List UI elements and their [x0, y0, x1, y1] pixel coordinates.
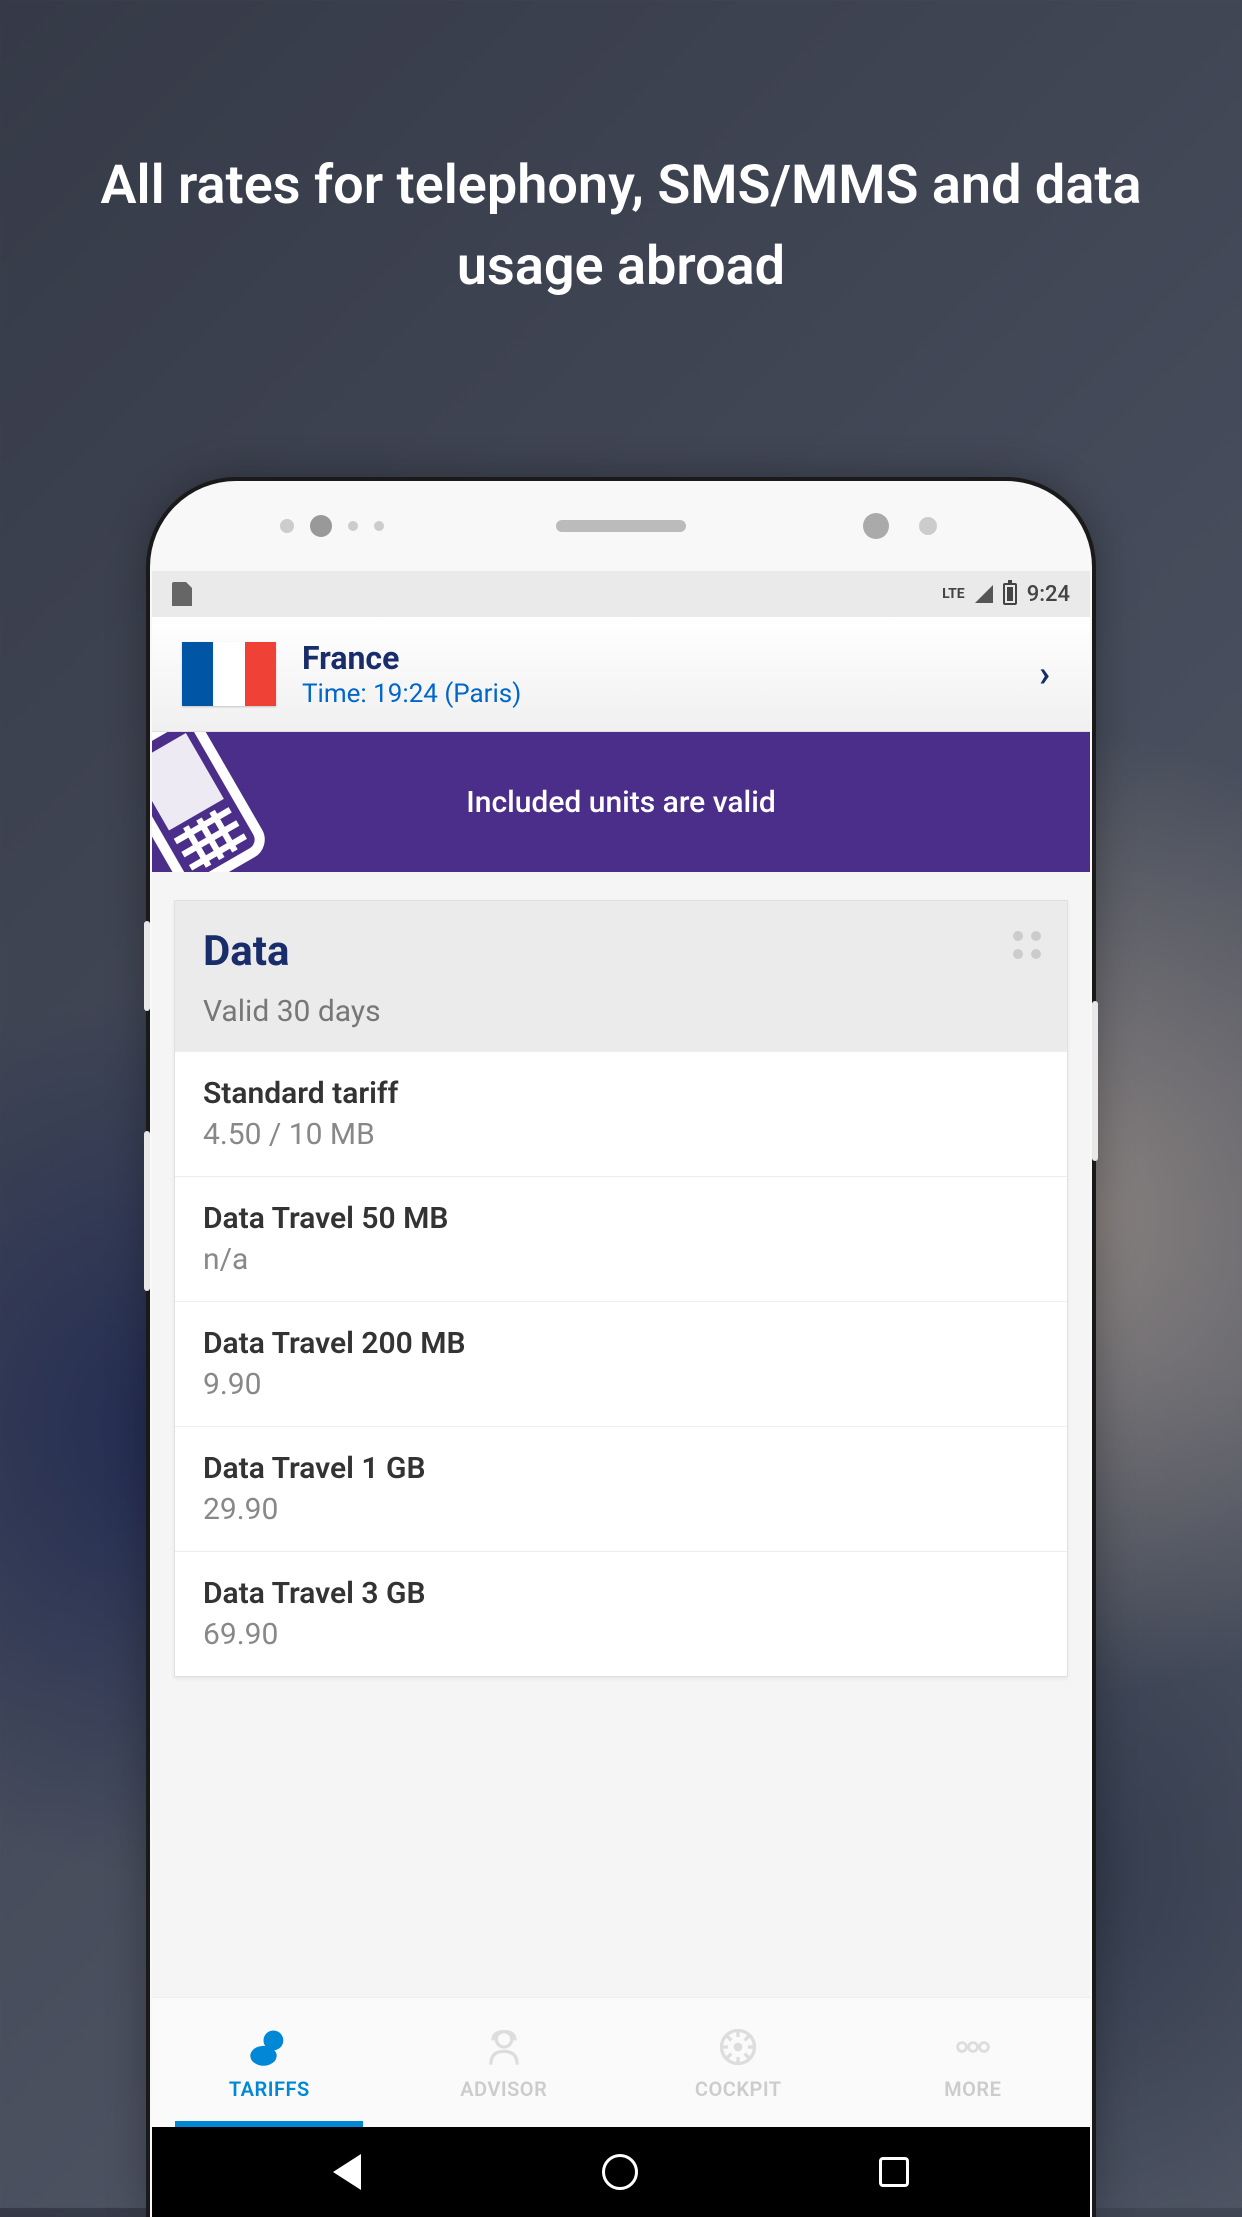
- banner-text: Included units are valid: [466, 785, 776, 820]
- nav-label: ADVISOR: [460, 2077, 547, 2101]
- nav-cockpit[interactable]: COCKPIT: [621, 1998, 856, 2127]
- tariff-price: n/a: [203, 1242, 1039, 1277]
- tariff-price: 29.90: [203, 1492, 1039, 1527]
- advisor-icon: [482, 2025, 526, 2069]
- country-name: France: [302, 639, 1013, 677]
- android-back-button[interactable]: [333, 2154, 361, 2190]
- tariff-name: Data Travel 3 GB: [203, 1576, 1039, 1611]
- status-time: 9:24: [1027, 582, 1070, 607]
- tariff-price: 4.50 / 10 MB: [203, 1117, 1039, 1152]
- tariff-row[interactable]: Standard tariff 4.50 / 10 MB: [175, 1051, 1067, 1176]
- tariff-row[interactable]: Data Travel 50 MB n/a: [175, 1176, 1067, 1301]
- more-icon: [951, 2025, 995, 2069]
- nav-tariffs[interactable]: TARIFFS: [152, 1998, 387, 2127]
- android-recents-button[interactable]: [879, 2157, 909, 2187]
- android-status-bar: LTE 9:24: [152, 571, 1090, 617]
- tariff-row[interactable]: Data Travel 200 MB 9.90: [175, 1301, 1067, 1426]
- network-type: LTE: [942, 586, 965, 602]
- bottom-nav: TARIFFS ADVISOR COCKPIT MORE: [152, 1997, 1090, 2127]
- phone-mockup: LTE 9:24 France Time: 19:24 (Paris) › In…: [146, 477, 1096, 2217]
- phone-bezel-top: [150, 481, 1092, 571]
- country-local-time: Time: 19:24 (Paris): [302, 679, 1013, 709]
- nav-label: MORE: [944, 2077, 1001, 2101]
- tariff-name: Standard tariff: [203, 1076, 1039, 1111]
- tariffs-icon: [247, 2025, 291, 2069]
- validity-banner: Included units are valid: [152, 732, 1090, 872]
- chevron-right-icon: ›: [1039, 653, 1060, 695]
- android-home-button[interactable]: [602, 2154, 638, 2190]
- nav-advisor[interactable]: ADVISOR: [387, 1998, 622, 2127]
- nav-label: TARIFFS: [229, 2077, 310, 2101]
- tariff-row[interactable]: Data Travel 1 GB 29.90: [175, 1426, 1067, 1551]
- battery-icon: [1003, 583, 1017, 605]
- tariff-name: Data Travel 1 GB: [203, 1451, 1039, 1486]
- nav-more[interactable]: MORE: [856, 1998, 1091, 2127]
- card-title: Data: [203, 927, 1039, 976]
- sd-card-icon: [172, 582, 192, 606]
- sim-phone-icon: [152, 732, 300, 872]
- tariff-price: 69.90: [203, 1617, 1039, 1652]
- tariff-name: Data Travel 50 MB: [203, 1201, 1039, 1236]
- drag-handle-icon[interactable]: [1013, 931, 1041, 959]
- tariff-price: 9.90: [203, 1367, 1039, 1402]
- card-subtitle: Valid 30 days: [203, 994, 1039, 1029]
- data-tariff-card: Data Valid 30 days Standard tariff 4.50 …: [174, 900, 1068, 1677]
- tariff-name: Data Travel 200 MB: [203, 1326, 1039, 1361]
- cockpit-icon: [716, 2025, 760, 2069]
- signal-icon: [975, 585, 993, 603]
- nav-label: COCKPIT: [695, 2077, 782, 2101]
- marketing-headline: All rates for telephony, SMS/MMS and dat…: [0, 145, 1242, 307]
- france-flag-icon: [182, 642, 276, 706]
- android-nav-bar: [152, 2127, 1090, 2217]
- tariff-row[interactable]: Data Travel 3 GB 69.90: [175, 1551, 1067, 1676]
- country-selector[interactable]: France Time: 19:24 (Paris) ›: [152, 617, 1090, 732]
